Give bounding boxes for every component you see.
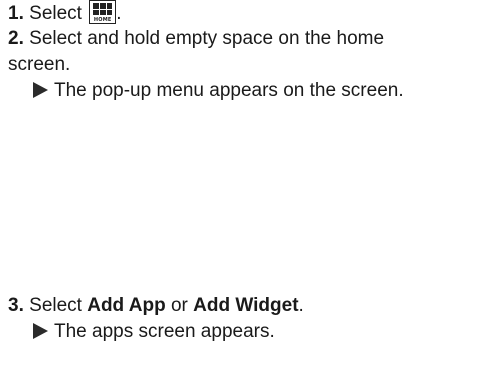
step-number: 3. [8,295,24,316]
option-add-app: Add App [87,295,166,316]
step-text: Select [29,295,82,316]
step-number: 2. [8,28,24,49]
step-text: Select [29,3,82,24]
option-add-widget: Add Widget [193,295,299,316]
result-text: The pop-up menu appears on the screen. [54,80,404,101]
step-number: 1. [8,3,24,24]
result-text: The apps screen appears. [54,321,275,342]
step-2-result: The pop-up menu appears on the screen. [33,78,404,104]
step-punctuation: . [116,3,122,24]
step-3: 3. Select Add App or Add Widget. [8,293,481,319]
result-arrow-icon [33,323,48,339]
home-button-icon: HOME [89,0,117,24]
step-2: 2. Select and hold empty space on the ho… [8,26,481,78]
result-arrow-icon [33,82,48,98]
step-text-line2: screen. [8,54,71,75]
step-1: 1. Select HOME . [8,0,481,27]
step-punctuation: . [298,295,304,316]
home-icon-label: HOME [93,17,112,23]
step-text-or: or [170,295,188,316]
step-3-result: The apps screen appears. [33,319,275,345]
step-text-line1: Select and hold empty space on the home [29,28,385,49]
